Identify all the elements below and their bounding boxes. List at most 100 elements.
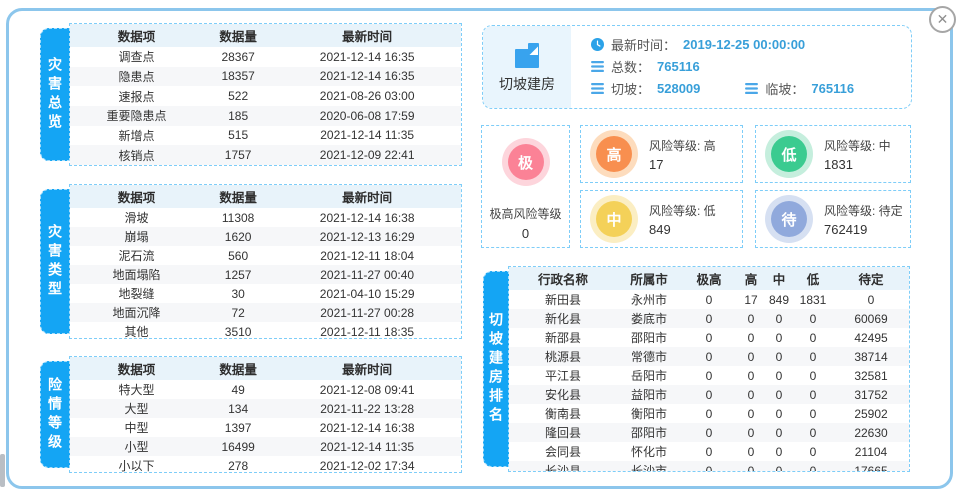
type-table-box: 数据项数据量最新时间滑坡113082021-12-14 16:38崩塌16202… <box>69 184 462 339</box>
table-cell: 2021-08-26 03:00 <box>273 86 461 106</box>
risk-value: 762419 <box>824 222 903 237</box>
table-cell: 11308 <box>203 208 273 227</box>
table-cell: 0 <box>793 328 833 347</box>
table-cell: 0 <box>765 423 793 442</box>
level-table: 数据项数据量最新时间特大型492021-12-08 09:41大型1342021… <box>70 357 461 473</box>
table-cell: 0 <box>737 423 765 442</box>
close-button[interactable]: ✕ <box>929 6 956 33</box>
table-cell: 2021-04-10 15:29 <box>273 284 461 303</box>
slope-building-icon <box>511 41 543 71</box>
table-cell: 新田县 <box>509 290 617 309</box>
column-header: 数据项 <box>70 185 203 208</box>
table-cell: 2020-06-08 17:59 <box>273 106 461 126</box>
table-row: 地面沉降722021-11-27 00:28 <box>70 303 461 322</box>
total-label: 总数： <box>611 57 650 76</box>
table-cell: 522 <box>203 86 273 106</box>
cut-slope-label: 切坡： <box>611 79 650 98</box>
table-row: 地面塌陷12572021-11-27 00:40 <box>70 265 461 284</box>
table-cell: 0 <box>793 461 833 472</box>
table-row: 特大型492021-12-08 09:41 <box>70 380 461 399</box>
info-lines: 最新时间： 2019-12-25 00:00:00 总数： 765116 切坡：… <box>571 26 911 108</box>
risk-label: 风险等级: 中 <box>824 137 891 154</box>
table-row: 速报点5222021-08-26 03:00 <box>70 86 461 106</box>
table-cell: 0 <box>765 461 793 472</box>
near-slope-label: 临坡： <box>765 79 804 98</box>
near-slope-group: 临坡： 765116 <box>745 79 854 98</box>
column-header: 极高 <box>681 267 737 290</box>
latest-time-value: 2019-12-25 00:00:00 <box>683 37 805 52</box>
table-cell: 72 <box>203 303 273 322</box>
overview-table: 数据项数据量最新时间调查点283672021-12-14 16:35隐患点183… <box>70 24 461 165</box>
column-header: 数据项 <box>70 24 203 47</box>
extreme-risk-badge: 极 <box>508 144 544 180</box>
table-cell: 2021-11-27 00:40 <box>273 265 461 284</box>
close-icon: ✕ <box>937 11 949 27</box>
table-row: 新田县永州市01784918310 <box>509 290 909 309</box>
table-cell: 1757 <box>203 145 273 165</box>
column-header: 高 <box>737 267 765 290</box>
table-cell: 永州市 <box>617 290 681 309</box>
table-cell: 0 <box>681 347 737 366</box>
table-cell: 0 <box>765 442 793 461</box>
ranking-table: 行政名称所属市极高高中低待定新田县永州市01784918310新化县娄底市000… <box>509 267 909 472</box>
table-cell: 2021-12-02 17:34 <box>273 456 461 473</box>
table-cell: 2021-12-09 22:41 <box>273 145 461 165</box>
table-cell: 特大型 <box>70 380 203 399</box>
table-cell: 2021-12-14 16:38 <box>273 208 461 227</box>
table-cell: 衡阳市 <box>617 404 681 423</box>
table-cell: 0 <box>833 290 909 309</box>
table-cell: 2021-12-14 11:35 <box>273 437 461 456</box>
table-cell: 小型 <box>70 437 203 456</box>
table-cell: 平江县 <box>509 366 617 385</box>
table-cell: 会同县 <box>509 442 617 461</box>
table-cell: 849 <box>765 290 793 309</box>
table-cell: 21104 <box>833 442 909 461</box>
table-cell: 18357 <box>203 67 273 87</box>
column-header: 最新时间 <box>273 24 461 47</box>
table-cell: 小以下 <box>70 456 203 473</box>
table-cell: 2021-11-27 00:28 <box>273 303 461 322</box>
table-cell: 中型 <box>70 418 203 437</box>
table-cell: 32581 <box>833 366 909 385</box>
table-cell: 0 <box>793 404 833 423</box>
table-row: 隐患点183572021-12-14 16:35 <box>70 67 461 87</box>
table-cell: 0 <box>793 366 833 385</box>
column-header: 数据量 <box>203 185 273 208</box>
type-tab: 灾害类型 <box>40 189 70 334</box>
overview-table-box: 数据项数据量最新时间调查点283672021-12-14 16:35隐患点183… <box>69 23 462 166</box>
table-cell: 长沙县 <box>509 461 617 472</box>
table-cell: 22630 <box>833 423 909 442</box>
table-cell: 185 <box>203 106 273 126</box>
slope-counts-line: 切坡： 528009 临坡： 765116 <box>591 79 911 98</box>
column-header: 数据量 <box>203 24 273 47</box>
table-cell: 0 <box>737 347 765 366</box>
table-cell: 31752 <box>833 385 909 404</box>
table-cell: 278 <box>203 456 273 473</box>
table-cell: 0 <box>737 385 765 404</box>
page-scrollbar-artifact <box>0 454 5 487</box>
table-cell: 1620 <box>203 227 273 246</box>
table-cell: 0 <box>681 309 737 328</box>
table-cell: 怀化市 <box>617 442 681 461</box>
ranking-table-box: 行政名称所属市极高高中低待定新田县永州市01784918310新化县娄底市000… <box>508 266 910 472</box>
column-header: 中 <box>765 267 793 290</box>
risk-card-medium: 低 风险等级: 中 1831 <box>755 125 911 183</box>
header-row: 数据项数据量最新时间 <box>70 357 461 380</box>
risk-card-pending: 待 风险等级: 待定 762419 <box>755 190 911 248</box>
info-card-title: 切坡建房 <box>499 74 555 94</box>
table-cell: 2021-11-22 13:28 <box>273 399 461 418</box>
table-row: 小以下2782021-12-02 17:34 <box>70 456 461 473</box>
table-cell: 0 <box>793 442 833 461</box>
table-row: 其他35102021-12-11 18:35 <box>70 322 461 339</box>
risk-badge: 低 <box>771 136 807 172</box>
overview-tab: 灾害总览 <box>40 28 70 161</box>
disaster-type-panel: 灾害类型 数据项数据量最新时间滑坡113082021-12-14 16:38崩塌… <box>40 184 462 339</box>
latest-time-line: 最新时间： 2019-12-25 00:00:00 <box>591 35 911 54</box>
table-cell: 娄底市 <box>617 309 681 328</box>
clock-icon <box>591 38 604 51</box>
list-icon <box>591 61 604 72</box>
table-row: 新增点5152021-12-14 11:35 <box>70 126 461 146</box>
ranking-panel: 切坡建房排名 行政名称所属市极高高中低待定新田县永州市01784918310新化… <box>483 266 910 472</box>
list-icon <box>745 83 758 94</box>
table-cell: 17 <box>737 290 765 309</box>
